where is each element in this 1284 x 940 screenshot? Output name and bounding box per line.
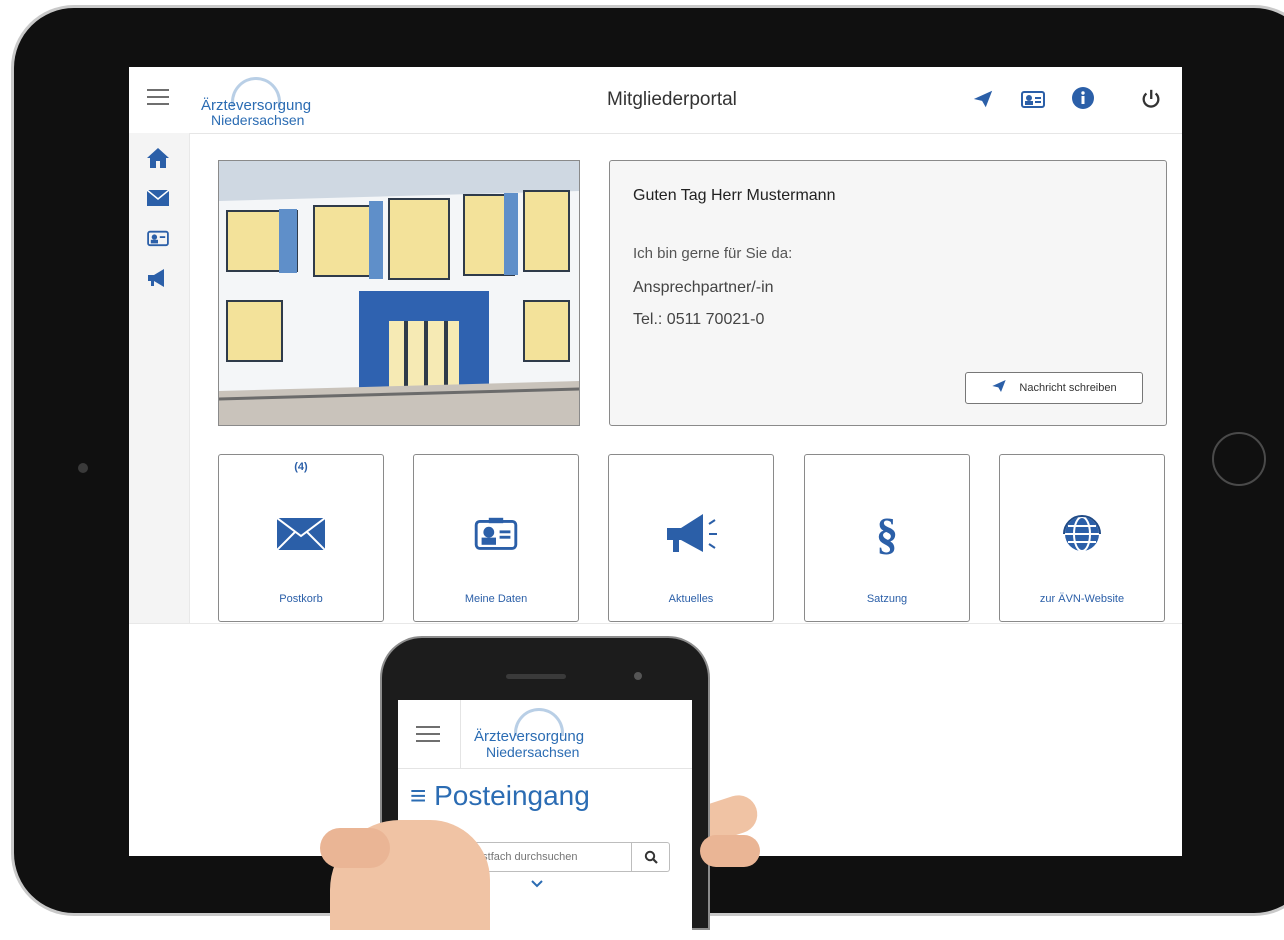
tile-label: zur ÄVN-Website	[1039, 593, 1125, 605]
envelope-icon	[219, 509, 383, 559]
search-icon	[644, 850, 658, 864]
menu-icon[interactable]	[147, 89, 169, 105]
tablet-home-button[interactable]	[1212, 432, 1266, 486]
megaphone-icon[interactable]	[141, 263, 175, 293]
id-card-icon[interactable]	[1019, 85, 1047, 113]
write-message-button[interactable]: Nachricht schreiben	[965, 372, 1143, 404]
divider	[460, 700, 461, 768]
tile-label: Satzung	[866, 593, 908, 605]
phone-speaker	[506, 674, 566, 679]
tile-satzung[interactable]: § Satzung	[804, 454, 970, 622]
power-icon[interactable]	[1137, 85, 1165, 113]
envelope-icon[interactable]	[141, 183, 175, 213]
globe-icon	[1000, 509, 1164, 559]
id-card-icon	[414, 509, 578, 559]
contact-phone: Tel.: 0511 70021-0	[633, 311, 765, 328]
phone-logo-line1: Ärzteversorgung	[474, 728, 585, 745]
phone-logo-line2: Niedersachsen	[486, 744, 580, 760]
tile-label: Aktuelles	[668, 593, 714, 605]
search-button[interactable]	[632, 842, 670, 872]
page-title: Mitgliederportal	[607, 89, 737, 110]
write-message-label: Nachricht schreiben	[1019, 382, 1117, 394]
id-card-icon[interactable]	[141, 223, 175, 253]
building-illustration	[218, 160, 580, 426]
tile-avn-website[interactable]: zur ÄVN-Website	[999, 454, 1165, 622]
info-icon[interactable]	[1069, 85, 1097, 113]
phone-camera	[634, 672, 642, 680]
paper-plane-icon[interactable]	[969, 85, 997, 113]
tile-postkorb[interactable]: (4) Postkorb	[218, 454, 384, 622]
phone-top-bar: Ärzteversorgung Niedersachsen	[398, 700, 692, 769]
chevron-down-icon[interactable]	[530, 876, 544, 892]
megaphone-icon	[609, 509, 773, 559]
contact-person: Ansprechpartner/-in	[633, 279, 774, 296]
tile-meine-daten[interactable]: Meine Daten	[413, 454, 579, 622]
greeting-line1: Ich bin gerne für Sie da:	[633, 245, 793, 262]
top-bar: Ärzteversorgung Niedersachsen Mitglieder…	[129, 67, 1182, 134]
paragraph-icon: §	[876, 509, 898, 559]
paper-plane-icon	[991, 378, 1007, 399]
top-icon-bar	[969, 85, 1169, 115]
sidebar	[129, 133, 190, 623]
unread-badge: (4)	[294, 461, 308, 473]
tile-label: Meine Daten	[464, 593, 528, 605]
tile-aktuelles[interactable]: Aktuelles	[608, 454, 774, 622]
hand-finger	[320, 828, 390, 868]
inbox-heading[interactable]: ≡ Posteingang	[410, 780, 590, 812]
greeting-title: Guten Tag Herr Mustermann	[633, 187, 836, 204]
menu-icon[interactable]	[416, 726, 440, 742]
hand-finger	[700, 835, 760, 867]
home-icon[interactable]	[141, 143, 175, 173]
tile-label: Postkorb	[279, 593, 323, 605]
phone-logo[interactable]: Ärzteversorgung Niedersachsen	[474, 708, 614, 764]
greeting-card: Guten Tag Herr Mustermann Ich bin gerne …	[609, 160, 1167, 426]
tablet-camera	[78, 463, 88, 473]
logo[interactable]: Ärzteversorgung Niedersachsen	[201, 77, 331, 128]
logo-line2: Niedersachsen	[211, 112, 305, 128]
